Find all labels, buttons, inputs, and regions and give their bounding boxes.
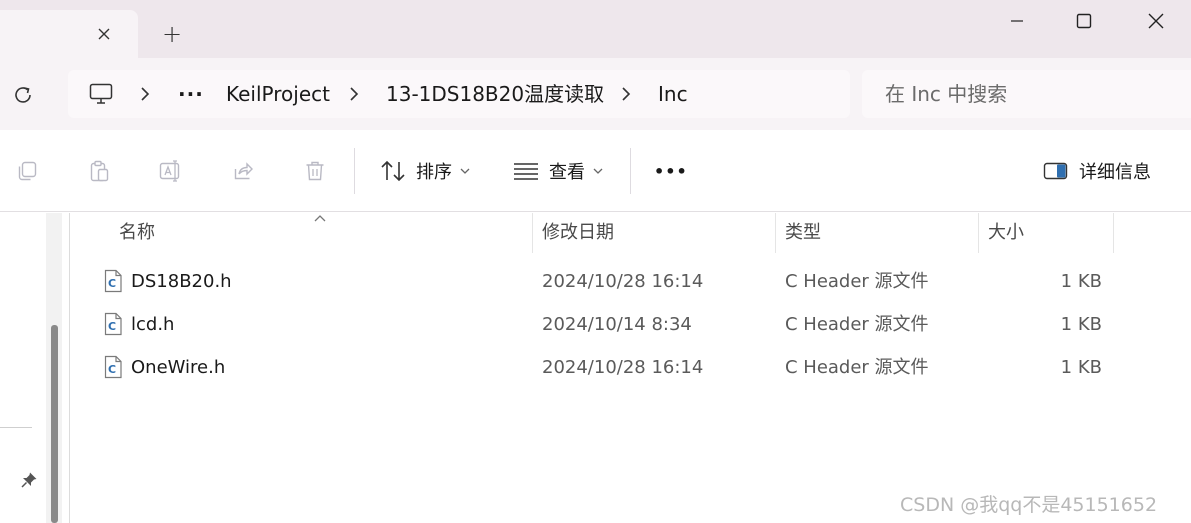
column-divider[interactable] <box>1113 213 1114 253</box>
rename-icon[interactable] <box>158 158 184 184</box>
breadcrumb-keilproject[interactable]: KeilProject <box>226 70 330 118</box>
sort-label: 排序 <box>416 162 452 183</box>
file-list: 名称 修改日期 类型 大小 C DS18B20.h 2024/10/28 16:… <box>71 213 1191 523</box>
sort-icon <box>381 160 405 182</box>
table-row[interactable]: C DS18B20.h 2024/10/28 16:14 C Header 源文… <box>71 260 1121 303</box>
command-bar: 排序 查看 ••• 详细信息 <box>0 130 1191 212</box>
svg-text:C: C <box>108 320 116 333</box>
close-window-icon <box>1148 13 1164 29</box>
column-header-date[interactable]: 修改日期 <box>542 213 614 253</box>
copy-icon[interactable] <box>14 158 40 184</box>
table-row[interactable]: C OneWire.h 2024/10/28 16:14 C Header 源文… <box>71 346 1121 389</box>
column-header-size[interactable]: 大小 <box>988 213 1024 253</box>
file-type: C Header 源文件 <box>785 271 929 292</box>
table-row[interactable]: C lcd.h 2024/10/14 8:34 C Header 源文件 1 K… <box>71 303 1121 346</box>
c-header-file-icon: C <box>104 355 122 379</box>
toolbar-divider <box>630 148 631 194</box>
refresh-icon[interactable] <box>10 82 36 108</box>
file-name: lcd.h <box>131 314 175 335</box>
address-bar[interactable]: ··· KeilProject 13-1DS18B20温度读取 Inc <box>68 70 850 118</box>
view-list-icon <box>514 163 538 180</box>
details-button[interactable]: 详细信息 <box>1043 152 1151 190</box>
trash-icon[interactable] <box>302 158 328 184</box>
column-header-name[interactable]: 名称 <box>119 213 155 253</box>
pin-icon[interactable] <box>18 469 40 491</box>
view-label: 查看 <box>549 162 585 183</box>
svg-text:C: C <box>108 277 116 290</box>
chevron-right-icon[interactable] <box>615 83 637 105</box>
sort-ascending-icon <box>314 215 326 222</box>
details-pane-icon <box>1043 162 1068 180</box>
chevron-down-icon <box>593 168 603 174</box>
chevron-right-icon[interactable] <box>134 83 156 105</box>
minimize-button[interactable] <box>994 6 1040 36</box>
file-size: 1 KB <box>1060 357 1102 378</box>
more-options-button[interactable]: ••• <box>654 152 688 190</box>
file-type: C Header 源文件 <box>785 314 929 335</box>
breadcrumb-inc[interactable]: Inc <box>658 70 688 118</box>
file-name: DS18B20.h <box>131 271 232 292</box>
new-tab-label: + <box>161 20 183 48</box>
minimize-icon <box>1011 20 1023 22</box>
nav-scrollbar-thumb[interactable] <box>51 325 58 523</box>
search-input[interactable]: 在 Inc 中搜索 <box>862 70 1191 118</box>
maximize-icon <box>1076 13 1092 29</box>
nav-divider <box>0 427 32 428</box>
file-type: C Header 源文件 <box>785 357 929 378</box>
file-date: 2024/10/14 8:34 <box>542 314 692 335</box>
column-divider[interactable] <box>532 213 533 253</box>
title-bar: + <box>0 0 1191 58</box>
sort-button[interactable]: 排序 <box>380 152 470 190</box>
column-divider[interactable] <box>978 213 979 253</box>
svg-text:C: C <box>108 363 116 376</box>
column-header-type[interactable]: 类型 <box>785 213 821 253</box>
view-button[interactable]: 查看 <box>513 152 603 190</box>
share-icon[interactable] <box>230 158 256 184</box>
file-date: 2024/10/28 16:14 <box>542 357 704 378</box>
breadcrumb-project-folder[interactable]: 13-1DS18B20温度读取 <box>386 70 604 118</box>
c-header-file-icon: C <box>104 312 122 336</box>
address-row: ··· KeilProject 13-1DS18B20温度读取 Inc 在 In… <box>0 58 1191 130</box>
file-name: OneWire.h <box>131 357 226 378</box>
monitor-icon[interactable] <box>88 81 114 107</box>
navigation-pane <box>0 213 70 523</box>
new-tab-button[interactable]: + <box>160 22 184 46</box>
chevron-right-icon[interactable] <box>343 83 365 105</box>
file-date: 2024/10/28 16:14 <box>542 271 704 292</box>
chevron-down-icon <box>460 168 470 174</box>
breadcrumb-more[interactable]: ··· <box>178 70 204 118</box>
file-size: 1 KB <box>1060 314 1102 335</box>
paste-icon[interactable] <box>86 158 112 184</box>
column-divider[interactable] <box>775 213 776 253</box>
toolbar-divider <box>354 148 355 194</box>
watermark: CSDN @我qq不是45151652 <box>900 494 1158 516</box>
c-header-file-icon: C <box>104 269 122 293</box>
active-tab[interactable] <box>0 10 138 58</box>
details-label: 详细信息 <box>1079 162 1151 183</box>
maximize-button[interactable] <box>1061 6 1107 36</box>
file-size: 1 KB <box>1060 271 1102 292</box>
close-icon[interactable] <box>92 22 116 46</box>
close-window-button[interactable] <box>1133 6 1179 36</box>
